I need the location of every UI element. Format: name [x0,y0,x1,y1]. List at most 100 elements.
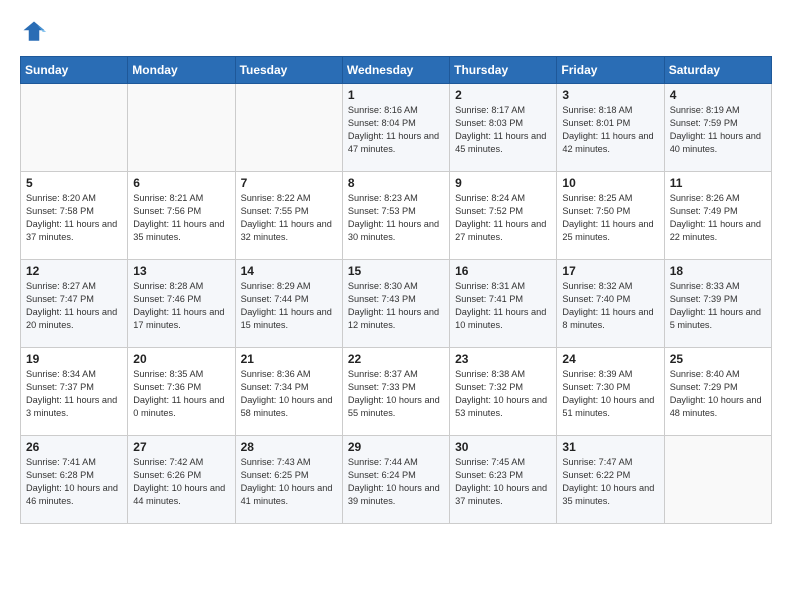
calendar-cell: 14Sunrise: 8:29 AMSunset: 7:44 PMDayligh… [235,260,342,348]
day-info: Sunrise: 8:23 AMSunset: 7:53 PMDaylight:… [348,192,444,244]
weekday-header-thursday: Thursday [450,57,557,84]
day-number: 6 [133,176,229,190]
calendar-cell: 28 Sunrise: 7:43 AMSunset: 6:25 PMDayligh… [235,436,342,524]
calendar-cell: 19 Sunrise: 8:34 AMSunset: 7:37 PMDayligh… [21,348,128,436]
day-info: Sunrise: 8:26 AMSunset: 7:49 PMDaylight:… [670,192,766,244]
calendar-cell: 20Sunrise: 8:35 AMSunset: 7:36 PMDayligh… [128,348,235,436]
calendar-cell: 6Sunrise: 8:21 AMSunset: 7:56 PMDaylight… [128,172,235,260]
day-info: Sunrise: 7:45 AMSunset: 6:23 PMDaylight:… [455,456,551,508]
day-number: 31 [562,440,658,454]
day-info: Sunrise: 7:47 AMSunset: 6:22 PMDaylight:… [562,456,658,508]
day-number: 19 [26,352,122,366]
day-info: Sunrise: 8:27 AMSunset: 7:47 PMDaylight:… [26,280,122,332]
header [20,18,772,46]
calendar-cell: 29 Sunrise: 7:44 AMSunset: 6:24 PMDayligh… [342,436,449,524]
calendar-cell: 12Sunrise: 8:27 AMSunset: 7:47 PMDayligh… [21,260,128,348]
day-info: Sunrise: 8:33 AMSunset: 7:39 PMDaylight:… [670,280,766,332]
calendar-cell: 1Sunrise: 8:16 AMSunset: 8:04 PMDaylight… [342,84,449,172]
calendar-cell: 22 Sunrise: 8:37 AMSunset: 7:33 PMDayligh… [342,348,449,436]
calendar-cell: 16 Sunrise: 8:31 AMSunset: 7:41 PMDayligh… [450,260,557,348]
weekday-header-wednesday: Wednesday [342,57,449,84]
logo [20,18,52,46]
calendar-cell: 30 Sunrise: 7:45 AMSunset: 6:23 PMDayligh… [450,436,557,524]
day-number: 22 [348,352,444,366]
calendar: SundayMondayTuesdayWednesdayThursdayFrid… [20,56,772,524]
day-info: Sunrise: 8:24 AMSunset: 7:52 PMDaylight:… [455,192,551,244]
calendar-cell: 27 Sunrise: 7:42 AMSunset: 6:26 PMDayligh… [128,436,235,524]
day-number: 30 [455,440,551,454]
calendar-cell: 7 Sunrise: 8:22 AMSunset: 7:55 PMDaylight… [235,172,342,260]
calendar-cell: 26 Sunrise: 7:41 AMSunset: 6:28 PMDayligh… [21,436,128,524]
day-number: 15 [348,264,444,278]
calendar-cell: 9Sunrise: 8:24 AMSunset: 7:52 PMDaylight… [450,172,557,260]
calendar-week-5: 26 Sunrise: 7:41 AMSunset: 6:28 PMDayligh… [21,436,772,524]
calendar-cell: 31 Sunrise: 7:47 AMSunset: 6:22 PMDayligh… [557,436,664,524]
day-info: Sunrise: 8:20 AMSunset: 7:58 PMDaylight:… [26,192,122,244]
day-info: Sunrise: 8:25 AMSunset: 7:50 PMDaylight:… [562,192,658,244]
day-number: 16 [455,264,551,278]
day-number: 17 [562,264,658,278]
calendar-cell: 3 Sunrise: 8:18 AMSunset: 8:01 PMDaylight… [557,84,664,172]
calendar-cell: 13Sunrise: 8:28 AMSunset: 7:46 PMDayligh… [128,260,235,348]
day-info: Sunrise: 7:42 AMSunset: 6:26 PMDaylight:… [133,456,229,508]
calendar-cell: 21 Sunrise: 8:36 AMSunset: 7:34 PMDayligh… [235,348,342,436]
calendar-cell: 17 Sunrise: 8:32 AMSunset: 7:40 PMDayligh… [557,260,664,348]
weekday-header-tuesday: Tuesday [235,57,342,84]
day-info: Sunrise: 8:36 AMSunset: 7:34 PMDaylight:… [241,368,337,420]
day-number: 20 [133,352,229,366]
day-info: Sunrise: 7:44 AMSunset: 6:24 PMDaylight:… [348,456,444,508]
calendar-cell: 11 Sunrise: 8:26 AMSunset: 7:49 PMDayligh… [664,172,771,260]
day-info: Sunrise: 8:37 AMSunset: 7:33 PMDaylight:… [348,368,444,420]
calendar-cell: 4Sunrise: 8:19 AMSunset: 7:59 PMDaylight… [664,84,771,172]
day-info: Sunrise: 8:22 AMSunset: 7:55 PMDaylight:… [241,192,337,244]
day-info: Sunrise: 8:34 AMSunset: 7:37 PMDaylight:… [26,368,122,420]
day-number: 11 [670,176,766,190]
day-info: Sunrise: 8:17 AMSunset: 8:03 PMDaylight:… [455,104,551,156]
calendar-week-2: 5 Sunrise: 8:20 AMSunset: 7:58 PMDaylight… [21,172,772,260]
day-info: Sunrise: 8:31 AMSunset: 7:41 PMDaylight:… [455,280,551,332]
day-info: Sunrise: 8:32 AMSunset: 7:40 PMDaylight:… [562,280,658,332]
calendar-cell: 18 Sunrise: 8:33 AMSunset: 7:39 PMDayligh… [664,260,771,348]
weekday-header-friday: Friday [557,57,664,84]
calendar-cell: 15 Sunrise: 8:30 AMSunset: 7:43 PMDayligh… [342,260,449,348]
calendar-cell: 24 Sunrise: 8:39 AMSunset: 7:30 PMDayligh… [557,348,664,436]
calendar-cell: 5 Sunrise: 8:20 AMSunset: 7:58 PMDaylight… [21,172,128,260]
day-number: 7 [241,176,337,190]
day-info: Sunrise: 8:39 AMSunset: 7:30 PMDaylight:… [562,368,658,420]
day-number: 5 [26,176,122,190]
logo-icon [20,18,48,46]
day-info: Sunrise: 8:38 AMSunset: 7:32 PMDaylight:… [455,368,551,420]
calendar-week-3: 12Sunrise: 8:27 AMSunset: 7:47 PMDayligh… [21,260,772,348]
day-info: Sunrise: 8:18 AMSunset: 8:01 PMDaylight:… [562,104,658,156]
calendar-cell: 10Sunrise: 8:25 AMSunset: 7:50 PMDayligh… [557,172,664,260]
calendar-cell [21,84,128,172]
day-number: 24 [562,352,658,366]
day-number: 27 [133,440,229,454]
calendar-header: SundayMondayTuesdayWednesdayThursdayFrid… [21,57,772,84]
calendar-body: 1Sunrise: 8:16 AMSunset: 8:04 PMDaylight… [21,84,772,524]
day-number: 21 [241,352,337,366]
day-number: 13 [133,264,229,278]
day-number: 29 [348,440,444,454]
calendar-cell [128,84,235,172]
weekday-header-saturday: Saturday [664,57,771,84]
day-number: 1 [348,88,444,102]
day-number: 26 [26,440,122,454]
calendar-cell [664,436,771,524]
day-info: Sunrise: 8:30 AMSunset: 7:43 PMDaylight:… [348,280,444,332]
calendar-cell: 25 Sunrise: 8:40 AMSunset: 7:29 PMDayligh… [664,348,771,436]
weekday-header-sunday: Sunday [21,57,128,84]
calendar-cell: 23Sunrise: 8:38 AMSunset: 7:32 PMDayligh… [450,348,557,436]
day-info: Sunrise: 8:40 AMSunset: 7:29 PMDaylight:… [670,368,766,420]
weekday-header-row: SundayMondayTuesdayWednesdayThursdayFrid… [21,57,772,84]
day-number: 18 [670,264,766,278]
day-info: Sunrise: 7:41 AMSunset: 6:28 PMDaylight:… [26,456,122,508]
day-number: 25 [670,352,766,366]
page: SundayMondayTuesdayWednesdayThursdayFrid… [0,0,792,612]
day-info: Sunrise: 8:29 AMSunset: 7:44 PMDaylight:… [241,280,337,332]
day-number: 28 [241,440,337,454]
day-number: 3 [562,88,658,102]
calendar-cell [235,84,342,172]
day-number: 2 [455,88,551,102]
day-info: Sunrise: 7:43 AMSunset: 6:25 PMDaylight:… [241,456,337,508]
